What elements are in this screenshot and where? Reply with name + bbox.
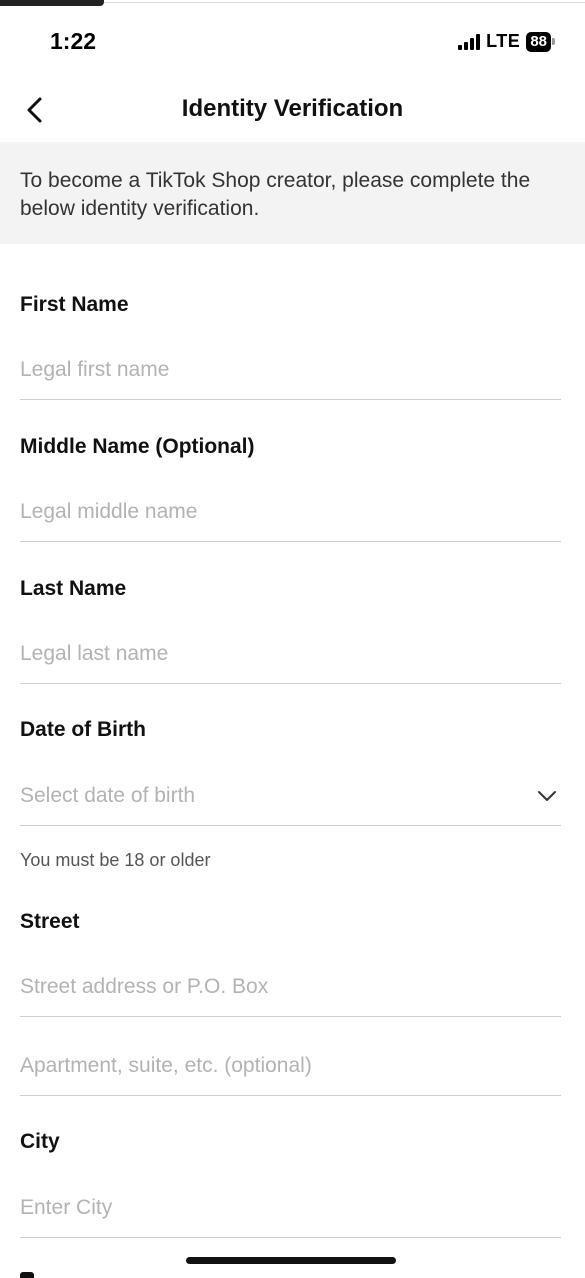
status-time: 1:22 [50,28,97,54]
nav-header: Identity Verification [0,80,585,142]
first-name-label: First Name [20,293,129,316]
cellular-signal-icon [458,33,481,50]
next-field-label-peek [20,1272,34,1278]
street-line2-input[interactable] [20,1036,561,1096]
top-edge-line [104,2,585,3]
street-input[interactable] [20,957,561,1017]
last-name-label: Last Name [20,577,127,600]
home-indicator[interactable] [186,1257,396,1264]
battery-icon: 88 [526,31,555,52]
status-indicators: LTE 88 [458,31,555,52]
info-banner-text: To become a TikTok Shop creator, please … [20,169,531,220]
dob-hint: You must be 18 or older [20,850,211,870]
status-bar: 1:22 LTE 88 [0,0,585,80]
chevron-down-icon [535,784,559,808]
page-title: Identity Verification [181,95,404,122]
dob-label: Date of Birth [20,718,146,741]
dob-placeholder: Select date of birth [20,783,196,807]
battery-level: 88 [526,31,551,52]
middle-name-input[interactable] [20,482,561,542]
middle-name-label: Middle Name (Optional) [20,435,255,458]
info-banner: To become a TikTok Shop creator, please … [0,142,585,244]
top-edge-sliver [0,0,104,6]
street-label: Street [20,910,80,933]
first-name-input[interactable] [20,340,561,400]
last-name-input[interactable] [20,624,561,684]
network-type: LTE [486,31,521,51]
dob-select[interactable]: Select date of birth [20,766,561,826]
battery-tip [552,38,555,45]
city-input[interactable] [20,1178,561,1238]
city-label: City [20,1130,60,1153]
